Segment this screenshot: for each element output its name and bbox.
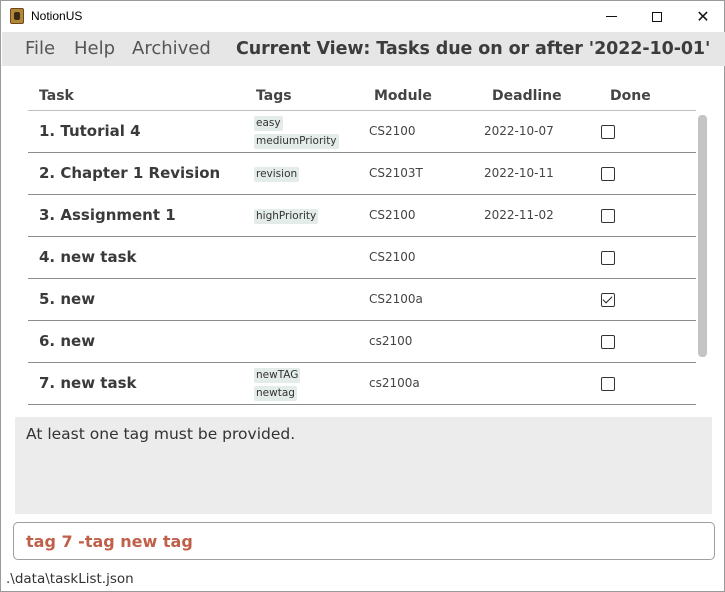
- app-icon: [10, 8, 24, 24]
- command-box[interactable]: tag 7 -tag new tag: [13, 522, 715, 560]
- task-module: CS2100a: [369, 292, 423, 306]
- table-row[interactable]: 6. new cs2100: [28, 321, 696, 363]
- close-button[interactable]: ✕: [680, 1, 725, 32]
- header-tags[interactable]: Tags: [256, 88, 292, 104]
- tag-label: easy: [254, 115, 283, 131]
- tag-label: revision: [254, 166, 300, 182]
- tag-label: newtag: [254, 385, 297, 401]
- task-deadline: 2022-11-02: [484, 208, 554, 222]
- menu-bar: File Help Archived Current View: Tasks d…: [2, 32, 725, 66]
- tag-label: highPriority: [254, 208, 319, 224]
- table-row[interactable]: 2. Chapter 1 Revision revision CS2103T 2022…: [28, 153, 696, 195]
- task-name: 7. new task: [39, 374, 137, 392]
- menu-help[interactable]: Help: [74, 38, 115, 59]
- window-title: NotionUS: [31, 9, 83, 23]
- task-tags: [254, 239, 369, 277]
- table-row[interactable]: 3. Assignment 1 highPriority CS2100 2022-11…: [28, 195, 696, 237]
- task-module: cs2100a: [369, 376, 420, 390]
- task-name: 3. Assignment 1: [39, 206, 176, 224]
- header-deadline[interactable]: Deadline: [492, 88, 562, 104]
- minimize-button[interactable]: [588, 1, 634, 32]
- menu-file[interactable]: File: [25, 38, 55, 59]
- task-name: 2. Chapter 1 Revision: [39, 164, 221, 182]
- header-task[interactable]: Task: [39, 88, 74, 104]
- result-message: At least one tag must be provided.: [26, 425, 296, 443]
- done-checkbox[interactable]: [601, 167, 615, 181]
- command-input[interactable]: tag 7 -tag new tag: [26, 532, 193, 551]
- task-table: Task Tags Module Deadline Done 1. Tutori…: [28, 80, 696, 405]
- minimize-icon: [605, 16, 617, 17]
- task-name: 4. new task: [39, 248, 137, 266]
- title-bar[interactable]: NotionUS ✕: [1, 1, 724, 32]
- maximize-icon: [652, 11, 662, 22]
- done-checkbox[interactable]: [601, 209, 615, 223]
- done-checkbox[interactable]: [601, 377, 615, 391]
- close-icon: ✕: [696, 7, 710, 26]
- done-checkbox[interactable]: [601, 293, 615, 307]
- task-name: 1. Tutorial 4: [39, 122, 141, 140]
- table-header: Task Tags Module Deadline Done: [28, 80, 696, 111]
- done-checkbox[interactable]: [601, 251, 615, 265]
- maximize-button[interactable]: [634, 1, 680, 32]
- status-bar-file-path: .\data\taskList.json: [6, 571, 134, 587]
- task-module: CS2100: [369, 250, 416, 264]
- task-module: CS2100: [369, 208, 416, 222]
- done-checkbox[interactable]: [601, 125, 615, 139]
- task-module: CS2103T: [369, 166, 423, 180]
- current-view-label: Current View: Tasks due on or after '202…: [236, 39, 711, 59]
- tag-label: mediumPriority: [254, 133, 339, 149]
- result-display: At least one tag must be provided.: [15, 417, 712, 514]
- task-tags: [254, 323, 369, 361]
- table-row[interactable]: 4. new task CS2100: [28, 237, 696, 279]
- table-row[interactable]: 7. new task newTAG newtag cs2100a: [28, 363, 696, 405]
- task-deadline: 2022-10-11: [484, 166, 554, 180]
- task-name: 6. new: [39, 332, 96, 350]
- menu-archived[interactable]: Archived: [132, 38, 211, 59]
- task-tags: [254, 281, 369, 319]
- task-module: cs2100: [369, 334, 413, 348]
- task-tags: newTAG newtag: [254, 365, 369, 403]
- tag-label: newTAG: [254, 367, 301, 383]
- task-tags: easy mediumPriority: [254, 113, 369, 151]
- table-scrollbar-thumb[interactable]: [698, 115, 707, 357]
- header-done[interactable]: Done: [610, 88, 651, 104]
- task-tags: revision: [254, 155, 369, 193]
- app-window: NotionUS ✕ File Help Archived Current Vi…: [0, 0, 725, 592]
- table-row[interactable]: 1. Tutorial 4 easy mediumPriority CS2100 202…: [28, 111, 696, 153]
- table-row[interactable]: 5. new CS2100a: [28, 279, 696, 321]
- done-checkbox[interactable]: [601, 335, 615, 349]
- task-deadline: 2022-10-07: [484, 124, 554, 138]
- task-module: CS2100: [369, 124, 416, 138]
- task-tags: highPriority: [254, 197, 369, 235]
- task-name: 5. new: [39, 290, 96, 308]
- header-module[interactable]: Module: [374, 88, 432, 104]
